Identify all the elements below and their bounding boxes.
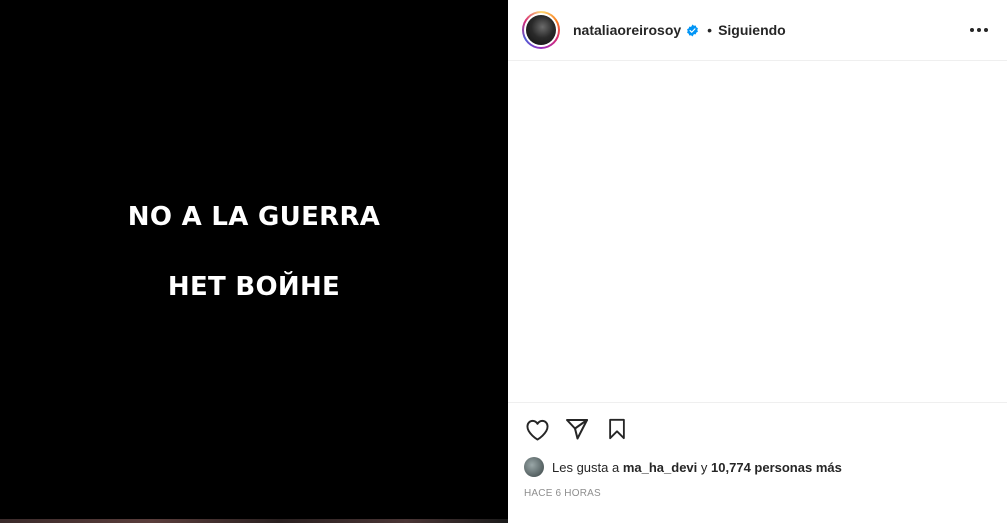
likes-count-link[interactable]: 10,774 personas más — [711, 460, 842, 475]
verified-badge-icon — [686, 24, 699, 37]
post-media[interactable]: NO A LA GUERRA НЕТ ВОЙНЕ — [0, 0, 508, 523]
background-strip — [0, 519, 508, 523]
profile-avatar[interactable] — [522, 11, 560, 49]
likes-summary: Les gusta a ma_ha_devi y 10,774 personas… — [508, 455, 1007, 479]
more-options-icon[interactable] — [967, 18, 991, 42]
liker-username-link[interactable]: ma_ha_devi — [623, 460, 697, 475]
comments-area — [508, 61, 1007, 403]
following-button[interactable]: Siguiendo — [718, 22, 786, 38]
action-bar — [508, 403, 1007, 455]
bookmark-icon[interactable] — [604, 416, 630, 442]
post-timestamp[interactable]: HACE 6 HORAS — [508, 488, 1007, 499]
separator-dot: • — [707, 22, 713, 38]
heart-icon[interactable] — [524, 416, 550, 442]
liker-avatar[interactable] — [524, 457, 544, 477]
post-header: nataliaoreirosoy • Siguiendo — [508, 0, 1007, 61]
post-image-text-russian: НЕТ ВОЙНЕ — [167, 272, 341, 302]
post-side-panel: nataliaoreirosoy • Siguiendo Les gusta a… — [508, 0, 1007, 523]
post-image-text-spanish: NO A LA GUERRA — [127, 202, 381, 232]
paper-plane-icon[interactable] — [564, 416, 590, 442]
username-link[interactable]: nataliaoreirosoy — [573, 22, 681, 38]
likes-prefix: Les gusta a — [552, 459, 620, 475]
avatar-image — [526, 15, 556, 45]
